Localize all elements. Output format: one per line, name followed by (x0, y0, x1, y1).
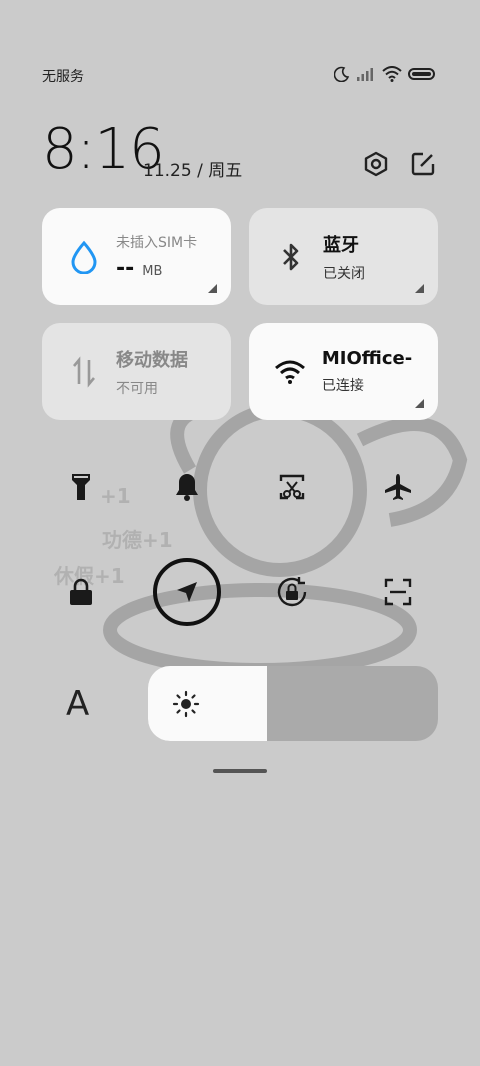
font-size-button[interactable]: A (66, 684, 89, 724)
rotation-lock-icon (277, 577, 307, 607)
signal-icon (357, 68, 373, 81)
drag-handle[interactable] (213, 769, 267, 773)
lock-icon (70, 578, 92, 605)
battery-icon (408, 68, 435, 80)
data-usage-value: -- (116, 256, 135, 281)
water-drop-icon (66, 240, 102, 274)
location-toggle[interactable] (153, 558, 221, 626)
flashlight-toggle[interactable] (53, 459, 109, 515)
sim-status-label: 未插入SIM卡 (116, 235, 198, 251)
bluetooth-title: 蓝牙 (323, 234, 359, 256)
edit-icon[interactable] (407, 148, 439, 180)
settings-icon[interactable] (360, 148, 392, 180)
brightness-fill (148, 666, 267, 741)
status-icons (334, 66, 436, 82)
wifi-icon (382, 66, 402, 82)
bluetooth-icon (273, 241, 309, 273)
rotation-lock-toggle[interactable] (264, 564, 320, 620)
screenshot-icon (279, 474, 305, 500)
carrier-text: 无服务 (42, 69, 84, 85)
notification-toggle[interactable] (159, 459, 215, 515)
watermark-text-1: 功德+1 (102, 528, 173, 552)
sim-data-tile[interactable]: 未插入SIM卡 -- MB (42, 208, 231, 305)
airplane-icon (385, 474, 411, 500)
data-usage-unit: MB (142, 264, 163, 279)
mobile-data-status: 不可用 (116, 380, 158, 397)
bluetooth-status: 已关闭 (323, 265, 365, 282)
screenshot-toggle[interactable] (264, 459, 320, 515)
mobile-data-title: 移动数据 (116, 349, 188, 371)
tile-expand-corner (415, 399, 424, 408)
brightness-slider[interactable] (148, 666, 438, 741)
wifi-tile[interactable]: MIOffice- 已连接 (249, 323, 438, 420)
wifi-icon (273, 359, 308, 385)
flashlight-icon (72, 474, 90, 500)
lock-screen-toggle[interactable] (53, 564, 109, 620)
tile-expand-corner (415, 284, 424, 293)
scan-icon (384, 578, 412, 606)
airplane-mode-toggle[interactable] (370, 459, 426, 515)
clock-date: 11.25 / 周五 (143, 161, 243, 181)
bell-icon (176, 474, 198, 501)
data-arrows-icon (66, 355, 102, 388)
scanner-toggle[interactable] (370, 564, 426, 620)
sun-icon (172, 690, 200, 718)
wifi-network-name: MIOffice- (321, 348, 413, 369)
mobile-data-tile[interactable]: 移动数据 不可用 (42, 323, 231, 420)
wifi-status: 已连接 (321, 378, 364, 394)
bluetooth-tile[interactable]: 蓝牙 已关闭 (249, 208, 438, 305)
moon-icon (334, 66, 350, 82)
tile-expand-corner (208, 284, 217, 293)
location-icon (177, 582, 197, 602)
